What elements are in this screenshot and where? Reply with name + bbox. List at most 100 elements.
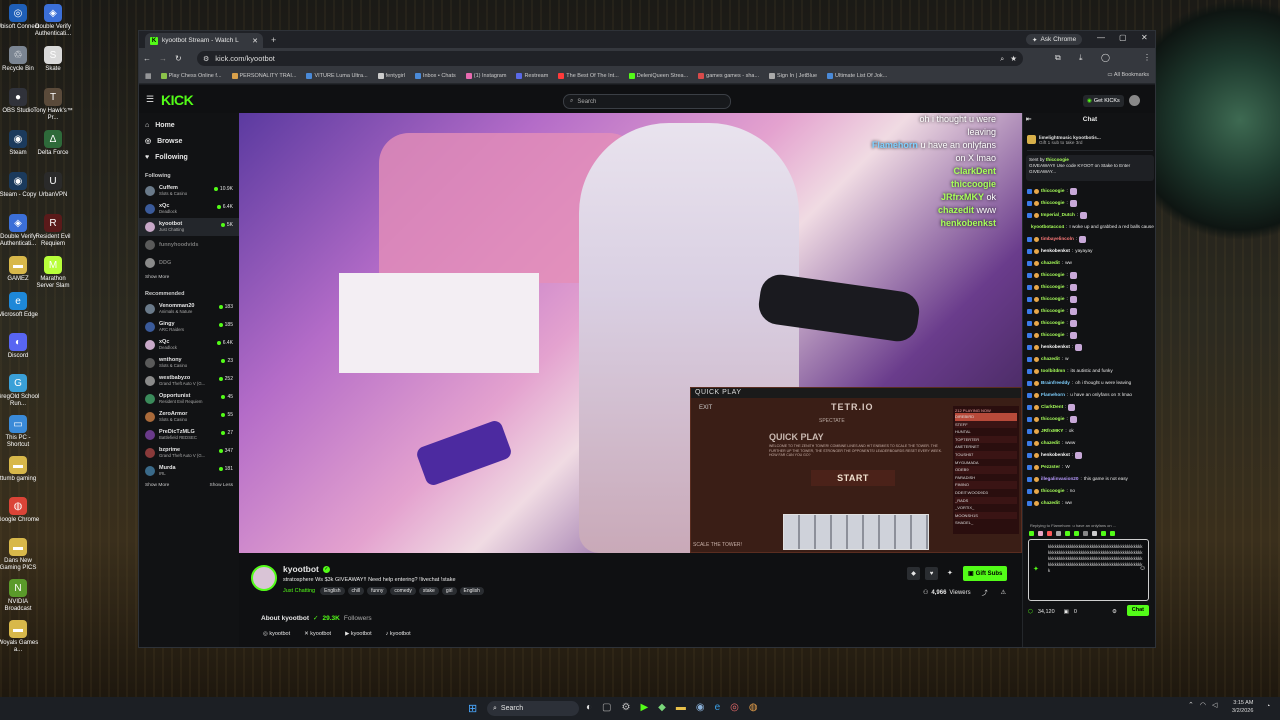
chat-username[interactable]: thiccoogie xyxy=(1041,331,1064,339)
taskbar-settings-icon[interactable]: ⚙ xyxy=(622,702,631,713)
bookmark-item[interactable]: Play Chess Online f... xyxy=(160,73,222,79)
chat-username[interactable]: thiccoogie xyxy=(1041,187,1064,195)
sidebar-channel[interactable]: Venomman20 Animals & Nature 183 xyxy=(139,300,239,318)
sidebar-channel[interactable]: Murda IRL 181 xyxy=(139,462,239,480)
chat-message[interactable]: toolbitdmn: its autistic and funky xyxy=(1023,365,1155,377)
download-icon[interactable]: ⤓ xyxy=(1079,53,1083,63)
chat-message[interactable]: thiccoogie: xyxy=(1023,185,1155,197)
bookmark-item[interactable]: games games - sha... xyxy=(698,73,759,79)
emote-8-icon[interactable] xyxy=(1092,531,1097,536)
kick-logo[interactable]: KICK xyxy=(161,92,194,108)
chat-settings-icon[interactable]: ⚙ xyxy=(1112,609,1117,615)
social-link[interactable]: ▶ kyootbot xyxy=(345,631,372,637)
sidebar-channel[interactable]: ZeroArmor Slots & Casino 55 xyxy=(139,408,239,426)
emoji-picker-icon[interactable]: ☺ xyxy=(1139,565,1146,572)
taskbar-media-icon[interactable]: ▶ xyxy=(640,702,648,713)
chat-message[interactable]: thiccoogie: xyxy=(1023,317,1155,329)
get-kicks-button[interactable]: ◉ Get KICKs xyxy=(1083,95,1124,107)
sidebar-channel[interactable]: Gingy ARC Raiders 185 xyxy=(139,318,239,336)
chat-username[interactable]: thiccoogie xyxy=(1041,199,1064,207)
clock[interactable]: 3:15 AM 3/2/2026 xyxy=(1232,699,1253,715)
desktop-icon[interactable]: ◈ Double Verify Authenticati... xyxy=(31,4,75,38)
notifications-icon[interactable]: ◔ xyxy=(1266,703,1270,710)
tray-chevron-icon[interactable]: ⌃ xyxy=(1188,701,1194,709)
emote-7-icon[interactable] xyxy=(1083,531,1088,536)
social-link[interactable]: ✕ kyootbot xyxy=(304,631,331,637)
bookmark-item[interactable]: Sign In | JetBlue xyxy=(769,73,817,79)
sidebar-channel[interactable]: Opportunist Resident Evil Requiem 45 xyxy=(139,390,239,408)
kicks-gift-icon[interactable]: ✦ xyxy=(1033,565,1039,573)
bookmark-item[interactable]: VITURE Luma Ultra... xyxy=(306,73,368,79)
bookmark-item[interactable]: DeleniQueen Strea... xyxy=(628,73,688,79)
forward-icon[interactable]: → xyxy=(159,54,167,63)
stream-tag[interactable]: chill xyxy=(347,587,365,595)
minimize-button[interactable]: — xyxy=(1097,33,1105,42)
chat-message[interactable]: henkobenkst: yayayay xyxy=(1023,245,1155,257)
desktop-icon[interactable]: U UrbanVPN xyxy=(31,172,75,199)
taskbar-app-5-icon[interactable]: ◆ xyxy=(658,702,666,713)
sidebar-channel[interactable]: kyootbot Just Chatting 5K xyxy=(139,218,239,236)
emote-5-icon[interactable] xyxy=(1065,531,1070,536)
stream-tag[interactable]: comedy xyxy=(390,587,416,595)
bookmark-item[interactable]: Inbox • Chats xyxy=(414,73,456,79)
chat-username[interactable]: thiccoogie xyxy=(1041,283,1064,291)
social-link[interactable]: ◎ kyootbot xyxy=(263,631,290,637)
show-more-recommended[interactable]: Show More xyxy=(139,480,175,491)
show-more-following[interactable]: Show More xyxy=(139,272,239,283)
chat-input[interactable]: kkkkkkkkkkkkkkkkkkkkkkkkkkkkkkkkkkkkkkkk… xyxy=(1028,539,1149,601)
chat-username[interactable]: thiccoogie xyxy=(1041,295,1064,303)
desktop-icon[interactable]: ◐ Discord xyxy=(0,333,40,360)
close-tab-icon[interactable]: ✕ xyxy=(252,37,258,45)
chat-message[interactable]: illegalinvasion20: this game is not easy xyxy=(1023,473,1155,485)
bookmark-item[interactable]: PERSONALITY TRAI... xyxy=(231,73,296,79)
chat-message[interactable]: chazedit: w xyxy=(1023,353,1155,365)
stream-tag[interactable]: stake xyxy=(418,587,439,595)
taskbar-app-2-icon[interactable]: ▢ xyxy=(602,702,611,713)
hamburger-menu-icon[interactable]: ☰ xyxy=(146,94,154,105)
volume-icon[interactable]: ◁ xyxy=(1212,701,1217,709)
maximize-button[interactable]: ▢ xyxy=(1119,33,1127,42)
chat-username[interactable]: toolbitdmn xyxy=(1041,367,1065,375)
chat-message[interactable]: Imperial_Dutch: xyxy=(1023,209,1155,221)
chat-message[interactable]: henkobenkst: xyxy=(1023,341,1155,353)
chat-username[interactable]: illegalinvasion20 xyxy=(1041,475,1079,483)
chat-username[interactable]: Brainfreeddy xyxy=(1041,379,1070,387)
sidebar-channel[interactable]: funnyhoodvids xyxy=(139,236,239,254)
profile-icon[interactable]: ◯ xyxy=(1101,53,1110,62)
chat-username[interactable]: chazedit xyxy=(1041,259,1060,267)
chat-message[interactable]: thiccoogie: xyxy=(1023,281,1155,293)
chat-username[interactable]: thiccoogie xyxy=(1041,487,1064,495)
chat-username[interactable]: timbayelincoln xyxy=(1041,235,1074,243)
search-input[interactable]: ⌕ Search xyxy=(563,94,731,109)
extensions-icon[interactable]: ⧉ xyxy=(1055,53,1061,63)
taskbar-chrome-icon[interactable]: ◍ xyxy=(749,702,758,713)
sidebar-channel[interactable]: xQc Deadlock 6.4K xyxy=(139,200,239,218)
desktop-icon[interactable]: ◍ Google Chrome xyxy=(0,497,40,524)
bookmark-item[interactable]: (1) Instagram xyxy=(465,73,506,79)
chat-username[interactable]: ClarkDent xyxy=(1041,403,1063,411)
chat-username[interactable]: thiccoogie xyxy=(1041,307,1064,315)
chat-username[interactable]: JRfrxMKY xyxy=(1041,427,1063,435)
stream-category[interactable]: Just Chatting xyxy=(283,588,315,594)
chat-message[interactable]: thiccoogie: xyxy=(1023,329,1155,341)
desktop-icon[interactable]: M Marathon Server Slam xyxy=(31,256,75,290)
desktop-icon[interactable]: Δ Delta Force xyxy=(31,130,75,157)
bookmark-star-icon[interactable]: ★ xyxy=(1010,54,1017,63)
chat-message[interactable]: ClarkDent: xyxy=(1023,401,1155,413)
chat-username[interactable]: kyootbotacco4 xyxy=(1031,223,1064,231)
desktop-icon[interactable]: e Microsoft Edge xyxy=(0,292,40,319)
streamer-avatar[interactable] xyxy=(251,565,277,591)
chat-username[interactable]: Imperial_Dutch xyxy=(1041,211,1075,219)
taskbar-app-1-icon[interactable]: ◐ xyxy=(586,702,592,713)
sidebar-channel[interactable]: xQc Deadlock 6.4K xyxy=(139,336,239,354)
wifi-icon[interactable]: ◠ xyxy=(1200,701,1206,709)
chat-username[interactable]: henkobenkst xyxy=(1041,343,1070,351)
chat-message[interactable]: thiccoogie: xyxy=(1023,293,1155,305)
taskbar-search[interactable]: ⌕ Search xyxy=(487,701,579,716)
gift-subs-button[interactable]: ▣ Gift Subs xyxy=(963,566,1008,581)
bookmark-item[interactable]: fentygirl xyxy=(377,73,405,79)
sidebar-channel[interactable]: westbabyzo Grand Theft Auto V (G... 252 xyxy=(139,372,239,390)
report-icon[interactable]: ⚠ xyxy=(1001,589,1006,596)
sidebar-channel[interactable]: bzprime Grand Theft Auto V (G... 347 xyxy=(139,444,239,462)
desktop-icon[interactable]: ▬ Dans New Gaming PICS xyxy=(0,538,40,572)
